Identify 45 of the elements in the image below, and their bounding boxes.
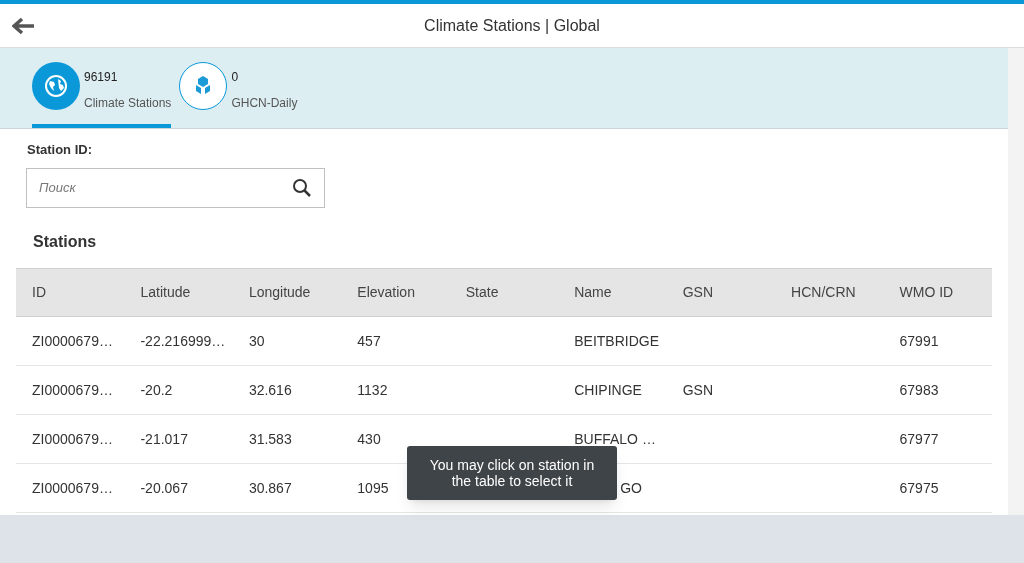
page-title: Climate Stations | Global <box>424 15 600 36</box>
table-cell: GO <box>620 479 642 496</box>
table-cell: 30 <box>248 332 265 349</box>
back-arrow-icon[interactable] <box>12 16 36 35</box>
table-cell: ZI0000679… <box>32 430 113 447</box>
search-input[interactable]: Поиск <box>39 177 292 198</box>
table-cell: 67975 <box>899 479 939 496</box>
table-cell: 67977 <box>899 430 939 447</box>
table-cell: BUFFALO … <box>574 430 656 447</box>
globe-icon <box>44 74 68 98</box>
table-cell: 31.583 <box>248 430 292 447</box>
table-cell: -22.216999… <box>140 332 226 349</box>
tab[interactable]: 0 GHCN-Daily <box>179 46 298 128</box>
table-cell: 67991 <box>899 332 939 349</box>
search-icon[interactable] <box>292 177 312 198</box>
table-cell: ZI0000679… <box>32 381 113 398</box>
column-header: WMO ID <box>898 282 955 302</box>
table-cell: 1095 <box>357 479 389 496</box>
table-cell: -21.017 <box>140 430 188 447</box>
table-cell: 1132 <box>357 381 388 398</box>
table-cell: GSN <box>682 381 713 398</box>
column-header: HCN/CRN <box>790 282 857 302</box>
column-header: Name <box>573 282 613 302</box>
column-header: GSN <box>681 282 714 302</box>
table-cell: 32.616 <box>248 381 292 398</box>
table-cell: 67983 <box>899 381 939 398</box>
search-field[interactable]: Поиск <box>26 167 325 208</box>
table-cell: ZI0000679… <box>32 479 113 496</box>
table-cell: -20.2 <box>140 381 173 398</box>
section-title: Stations <box>33 231 98 252</box>
table-cell: 30.867 <box>248 479 292 496</box>
table-cell: CHIPINGE <box>574 381 642 398</box>
column-header: Latitude <box>139 282 192 302</box>
tooltip: You may click on station in the table to select it <box>407 446 617 500</box>
column-header: Longitude <box>247 282 312 302</box>
table-cell: BEITBRIDGE <box>574 332 659 349</box>
table-cell: 430 <box>357 430 381 447</box>
table-cell: 457 <box>357 332 381 349</box>
field-label: Station ID: <box>27 141 93 159</box>
column-header: Elevation <box>356 282 416 302</box>
column-header: State <box>464 282 500 302</box>
scrollbar[interactable] <box>1008 48 1024 515</box>
table-cell: -20.067 <box>140 479 188 496</box>
table-cell: ZI0000679… <box>32 332 113 349</box>
column-header: ID <box>31 282 47 302</box>
